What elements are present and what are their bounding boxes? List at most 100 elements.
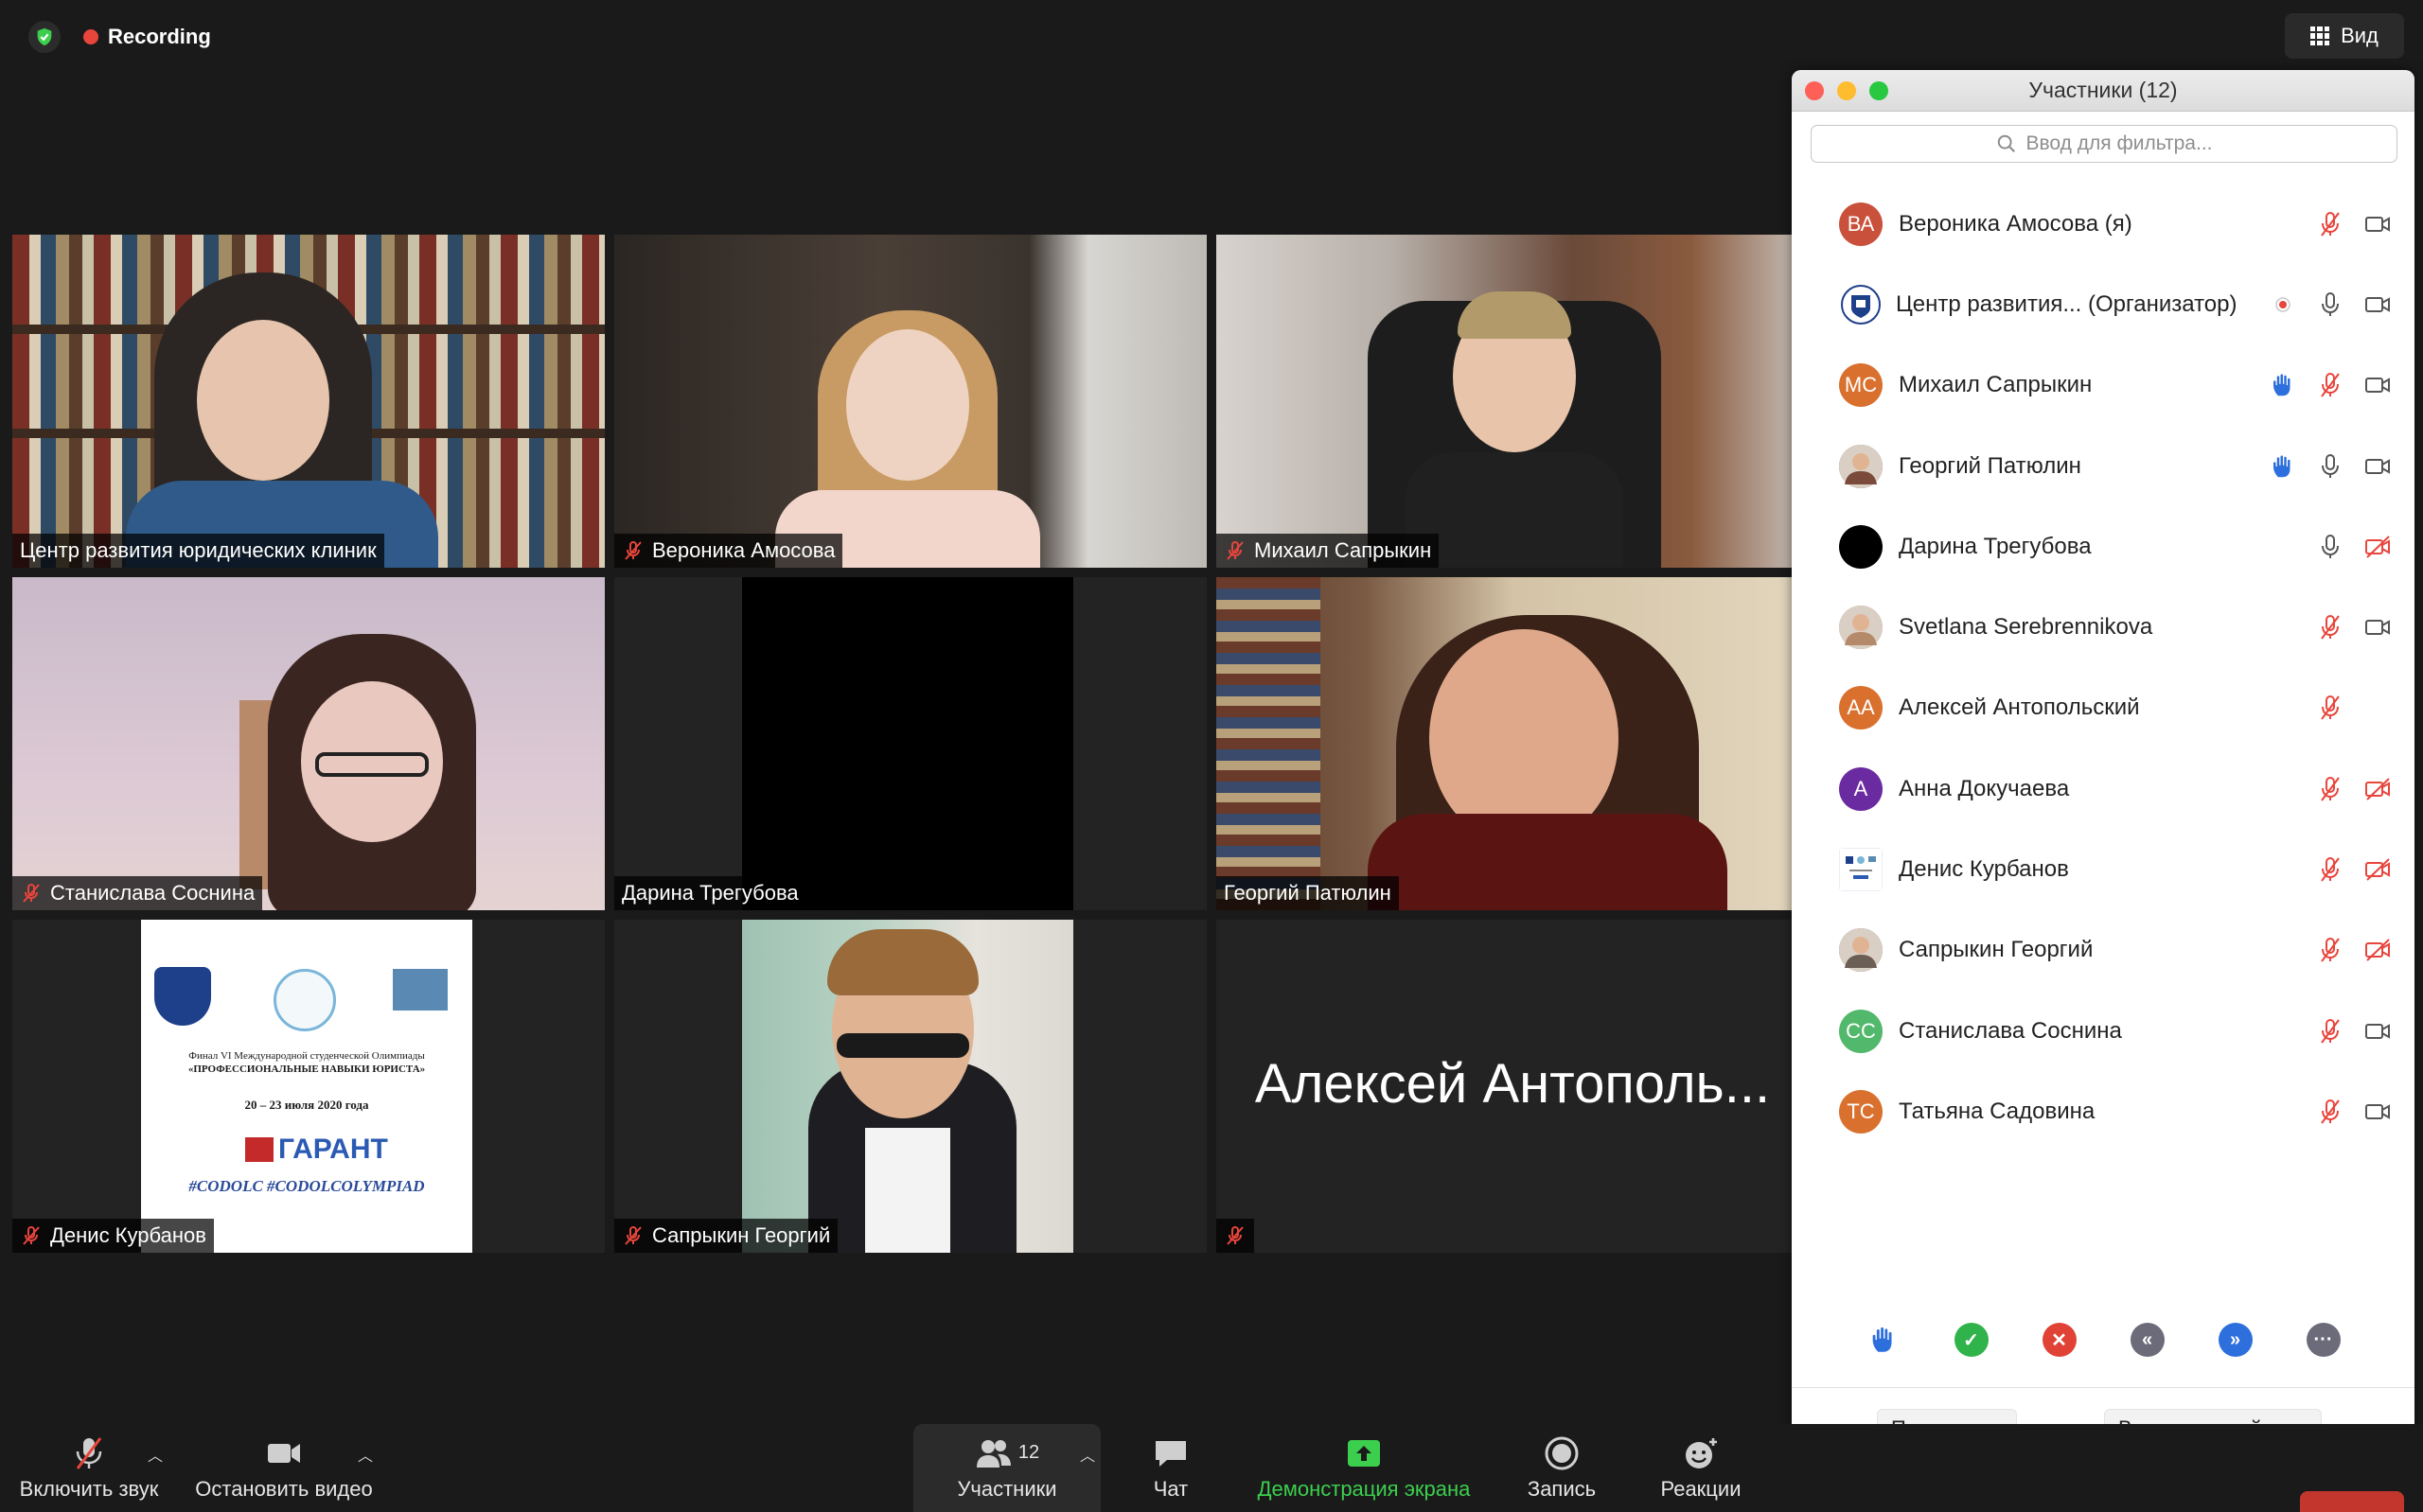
participant-name: Михаил Сапрыкин: [1899, 372, 2093, 398]
participant-status-icons: [2316, 1098, 2392, 1126]
participant-row[interactable]: ТС Татьяна Садовина: [1792, 1071, 2414, 1152]
muted-mic-icon[interactable]: [2316, 775, 2344, 803]
avatar: А: [1839, 766, 1883, 811]
slide-brand: ГАРАНТ: [278, 1134, 388, 1165]
participant-row[interactable]: АА Алексей Антопольский: [1792, 668, 2414, 748]
muted-mic-icon: [23, 884, 40, 903]
go-faster-icon[interactable]: »: [2218, 1323, 2253, 1357]
participant-row[interactable]: Svetlana Serebrennikova: [1792, 587, 2414, 667]
participant-row[interactable]: А Анна Докучаева: [1792, 748, 2414, 829]
close-window-button[interactable]: [1805, 81, 1824, 100]
tile-name: Денис Курбанов: [50, 1223, 206, 1247]
chat-bubble-icon: [1156, 1440, 1186, 1467]
participant-row[interactable]: Георгий Патюлин: [1792, 426, 2414, 506]
muted-mic-icon[interactable]: [2316, 1017, 2344, 1046]
muted-mic-icon[interactable]: [2316, 210, 2344, 238]
mic-icon[interactable]: [2316, 533, 2344, 561]
end-meeting-button[interactable]: [2300, 1491, 2404, 1512]
participant-display-name: Алексей Антополь...: [1254, 1053, 1771, 1115]
video-tile[interactable]: Михаил Сапрыкин: [1216, 235, 1809, 568]
raise-hand-icon[interactable]: [1866, 1323, 1901, 1357]
tile-name-tag: [1216, 1219, 1254, 1253]
participant-row[interactable]: Сапрыкин Георгий: [1792, 910, 2414, 991]
tile-name-tag: Михаил Сапрыкин: [1216, 534, 1440, 568]
chat-button[interactable]: Чат: [1136, 1424, 1206, 1512]
minimize-window-button[interactable]: [1837, 81, 1856, 100]
security-shield-icon[interactable]: [28, 21, 61, 53]
video-tile[interactable]: Станислава Соснина: [12, 577, 605, 910]
participant-status-icons: [2316, 694, 2392, 722]
participant-row[interactable]: МС Михаил Сапрыкин: [1792, 345, 2414, 426]
stop-video-button[interactable]: Остановить видео ︿: [189, 1424, 379, 1512]
tile-name-tag: Дарина Трегубова: [614, 876, 806, 910]
video-tile[interactable]: Вероника Амосова: [614, 235, 1207, 568]
video-options-chevron-icon[interactable]: ︿: [358, 1443, 373, 1466]
participant-status-icons: [2316, 1017, 2392, 1046]
view-label: Вид: [2341, 24, 2379, 47]
muted-mic-icon: [1227, 1226, 1244, 1245]
video-off-icon: [2363, 855, 2392, 884]
audio-options-chevron-icon[interactable]: ︿: [148, 1443, 163, 1466]
muted-mic-icon[interactable]: [2316, 1098, 2344, 1126]
tile-name-tag: Георгий Патюлин: [1216, 876, 1399, 910]
raised-hand-icon: [2269, 371, 2297, 399]
video-tile[interactable]: Сапрыкин Георгий: [614, 920, 1207, 1253]
muted-mic-icon[interactable]: [2316, 855, 2344, 884]
muted-mic-icon[interactable]: [2316, 371, 2344, 399]
participant-filter-input[interactable]: Ввод для фильтра...: [1811, 125, 2397, 163]
video-tile[interactable]: Финал VI Международной студенческой Олим…: [12, 920, 605, 1253]
video-feed-slide: Финал VI Международной студенческой Олим…: [12, 920, 605, 1253]
participants-button[interactable]: 12 Участники ︿: [913, 1424, 1101, 1512]
yes-icon[interactable]: ✓: [1954, 1323, 1989, 1357]
participant-name: Svetlana Serebrennikova: [1899, 614, 2153, 641]
more-icon[interactable]: ···: [2306, 1323, 2341, 1357]
slide-text-line2: «ПРОФЕССИОНАЛЬНЫЕ НАВЫКИ ЮРИСТА»: [187, 1064, 426, 1075]
participant-row[interactable]: СС Станислава Соснина: [1792, 991, 2414, 1071]
participant-status-icons: [2269, 290, 2392, 319]
participant-row[interactable]: ВА Вероника Амосова (я): [1792, 184, 2414, 264]
share-screen-icon: [1348, 1439, 1380, 1467]
view-button[interactable]: Вид: [2285, 13, 2404, 59]
video-tile[interactable]: Центр развития юридических клиник: [12, 235, 605, 568]
participants-options-chevron-icon[interactable]: ︿: [1080, 1443, 1095, 1466]
participant-row[interactable]: Дарина Трегубова: [1792, 506, 2414, 587]
tile-name: Центр развития юридических клиник: [20, 538, 377, 562]
participant-status-icons: [2316, 210, 2392, 238]
participant-name: Татьяна Садовина: [1899, 1098, 2096, 1124]
panel-title-bar[interactable]: Участники (12): [1792, 70, 2414, 112]
participant-row[interactable]: Денис Курбанов: [1792, 829, 2414, 909]
tile-name-tag: Денис Курбанов: [12, 1219, 214, 1253]
record-button[interactable]: Запись: [1519, 1424, 1604, 1512]
muted-mic-icon: [625, 1226, 642, 1245]
participants-icon: [976, 1439, 1011, 1468]
tile-name: Михаил Сапрыкин: [1254, 538, 1432, 562]
no-icon[interactable]: ✕: [2042, 1323, 2077, 1357]
participant-status-icons: [2269, 452, 2392, 481]
participant-status-icons: [2316, 533, 2392, 561]
reactions-button[interactable]: Реакции: [1652, 1424, 1750, 1512]
participant-row[interactable]: Центр развития... (Организатор): [1792, 264, 2414, 344]
tile-name-tag: Станислава Соснина: [12, 876, 263, 910]
avatar: [1839, 282, 1883, 326]
participant-status-icons: [2316, 936, 2392, 964]
mic-icon[interactable]: [2316, 452, 2344, 481]
share-screen-label: Демонстрация экрана: [1257, 1476, 1471, 1501]
recording-indicator[interactable]: Recording: [83, 21, 211, 53]
share-screen-button[interactable]: Демонстрация экрана: [1247, 1424, 1480, 1512]
avatar: [1839, 928, 1883, 973]
go-slower-icon[interactable]: «: [2130, 1323, 2165, 1357]
maximize-window-button[interactable]: [1869, 81, 1888, 100]
muted-mic-icon[interactable]: [2316, 936, 2344, 964]
unmute-button[interactable]: Включить звук ︿: [13, 1424, 165, 1512]
top-bar: Recording Вид: [0, 0, 2423, 71]
avatar: [1839, 444, 1883, 488]
muted-mic-icon[interactable]: [2316, 613, 2344, 642]
video-tile[interactable]: Дарина Трегубова: [614, 577, 1207, 910]
video-feed-speaker: [1216, 577, 1809, 910]
video-tile-active-speaker[interactable]: Георгий Патюлин: [1216, 577, 1809, 910]
video-tile-no-video[interactable]: Алексей Антополь...: [1216, 920, 1809, 1253]
participant-status-icons: [2269, 371, 2392, 399]
mic-icon[interactable]: [2316, 290, 2344, 319]
panel-reaction-bar: ✓ ✕ « » ···: [1792, 1323, 2414, 1357]
muted-mic-icon[interactable]: [2316, 694, 2344, 722]
